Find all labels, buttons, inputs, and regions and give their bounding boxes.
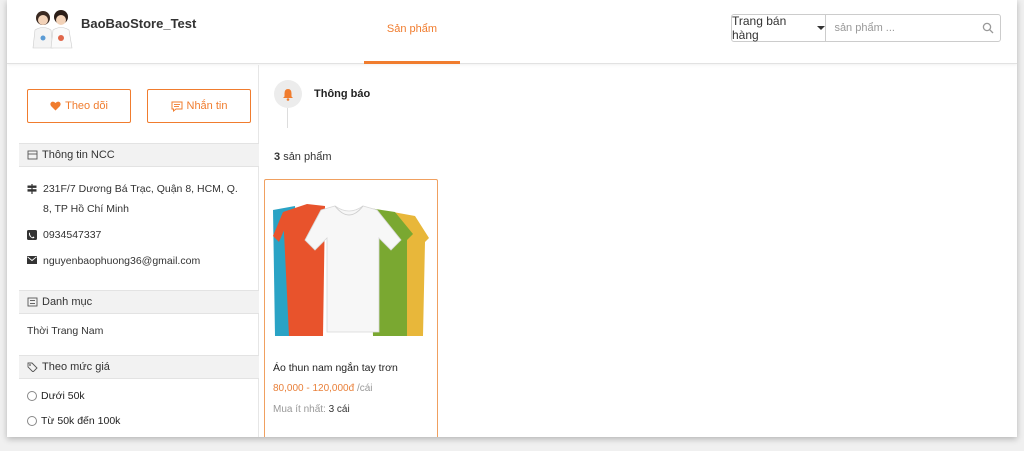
envelope-icon (27, 256, 37, 264)
tab-products[interactable]: Sản phẩm (364, 0, 460, 64)
list-icon (27, 297, 38, 307)
product-card[interactable]: Áo thun nam ngắn tay trơn 80,000 - 120,0… (264, 179, 438, 437)
min-order-value: 3 cái (328, 404, 350, 415)
product-min-order: Mua ít nhất: 3 cái (273, 404, 350, 415)
price-option-label: Từ 50k đến 100k (41, 415, 121, 427)
store-name[interactable]: BaoBaoStore_Test (81, 16, 196, 31)
message-button[interactable]: Nhắn tin (147, 89, 251, 123)
signpost-icon (27, 184, 37, 194)
category-title: Danh mục (42, 296, 93, 308)
address-text: 231F/7 Dương Bá Trạc, Quận 8, HCM, Q. 8,… (43, 183, 238, 215)
product-price: 80,000 - 120,000đ /cái (273, 383, 373, 394)
phone-text[interactable]: 0934547337 (43, 225, 101, 245)
radio-button[interactable] (27, 416, 37, 426)
search-icon (982, 22, 994, 34)
supplier-info-title: Thông tin NCC (42, 149, 115, 161)
store-icon (27, 150, 38, 160)
tab-active-underline (364, 61, 460, 64)
chat-icon (171, 101, 182, 112)
store-avatar[interactable] (29, 8, 75, 50)
phone-row: 0934547337 (27, 225, 101, 245)
min-order-label: Mua ít nhất: (273, 404, 326, 415)
sidebar: Theo dõi Nhắn tin Thông tin NCC 231F/7 D… (7, 65, 259, 437)
search-input[interactable] (826, 15, 977, 41)
search-bar: Trang bán hàng (731, 14, 1001, 42)
price-filter-title: Theo mức giá (42, 361, 110, 373)
product-price-value: 80,000 - 120,000đ (273, 383, 355, 394)
product-price-unit: /cái (356, 383, 373, 394)
product-name[interactable]: Áo thun nam ngắn tay trơn (273, 362, 398, 374)
follow-button[interactable]: Theo dõi (27, 89, 131, 123)
email-row: nguyenbaophuong36@gmail.com (27, 251, 200, 271)
product-count-suffix: sản phẩm (283, 151, 332, 163)
notice-title: Thông báo (314, 88, 371, 100)
follow-label: Theo dõi (65, 100, 108, 112)
phone-icon (27, 230, 37, 240)
price-option-50k-100k[interactable]: Từ 50k đến 100k (27, 415, 120, 427)
caret-down-icon (817, 26, 826, 30)
product-count-number: 3 (274, 151, 281, 163)
price-option-under-50k[interactable]: Dưới 50k (27, 390, 85, 402)
notice-badge (274, 80, 302, 108)
search-scope-dropdown[interactable]: Trang bán hàng (732, 14, 827, 42)
store-header: BaoBaoStore_Test Sản phẩm Trang bán hàng (7, 0, 1017, 64)
price-filter-header: Theo mức giá (19, 355, 259, 379)
product-image[interactable] (273, 202, 429, 336)
store-page: BaoBaoStore_Test Sản phẩm Trang bán hàng (7, 0, 1017, 437)
message-label: Nhắn tin (186, 100, 228, 112)
tab-products-label: Sản phẩm (386, 23, 438, 35)
radio-button[interactable] (27, 391, 37, 401)
tag-icon (27, 362, 38, 372)
search-button[interactable] (976, 15, 1000, 41)
supplier-info-header: Thông tin NCC (19, 143, 259, 167)
email-text[interactable]: nguyenbaophuong36@gmail.com (43, 251, 200, 271)
search-scope-label: Trang bán hàng (732, 14, 787, 42)
category-item[interactable]: Thời Trang Nam (27, 325, 103, 337)
timeline-line (287, 108, 288, 128)
product-count: 3 sản phẩm (274, 151, 332, 163)
category-header: Danh mục (19, 290, 259, 314)
address-row: 231F/7 Dương Bá Trạc, Quận 8, HCM, Q. 8,… (27, 179, 243, 219)
price-option-label: Dưới 50k (41, 390, 85, 402)
heart-icon (50, 101, 61, 111)
bell-icon (283, 88, 293, 101)
